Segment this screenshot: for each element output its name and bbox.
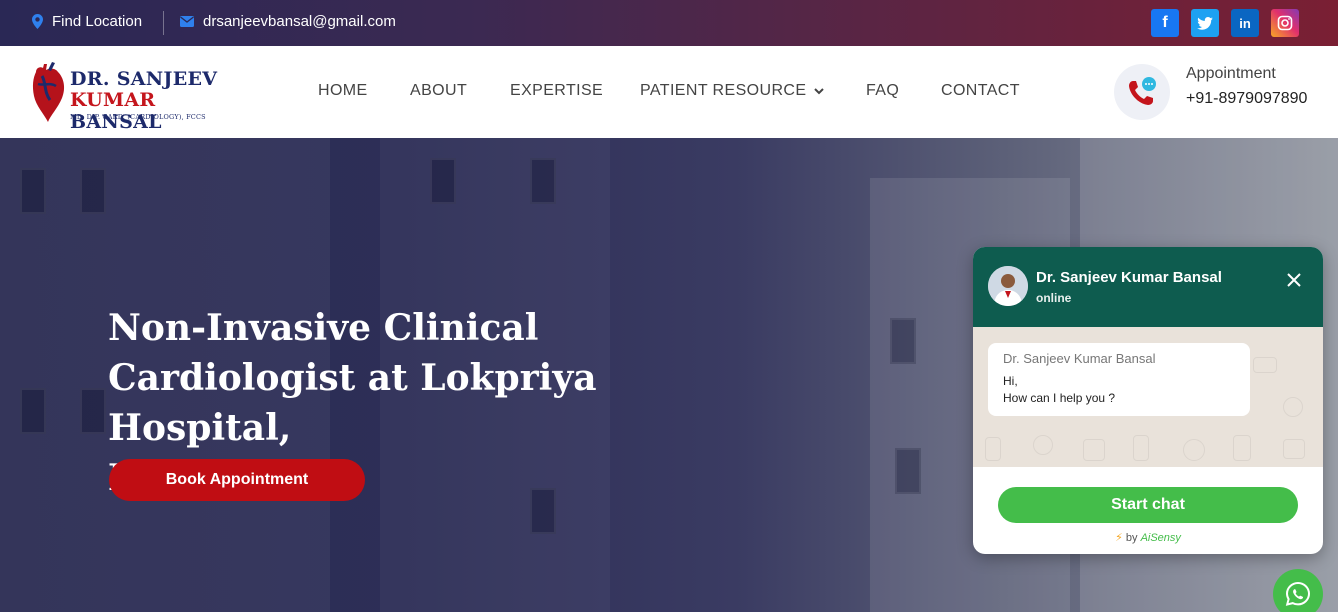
nav-contact[interactable]: CONTACT	[941, 82, 1020, 100]
find-location-link[interactable]: Find Location	[32, 13, 142, 30]
nav-expertise[interactable]: EXPERTISE	[510, 82, 603, 100]
powered-by: ⚡ by AiSensy	[973, 531, 1323, 544]
chat-message-line-2: How can I help you ?	[1003, 391, 1116, 405]
site-header: DR. SANJEEV KUMAR BANSAL MD, DIP. CARD. …	[0, 46, 1338, 138]
email-link[interactable]: drsanjeevbansal@gmail.com	[180, 13, 396, 30]
chat-status: online	[1036, 291, 1072, 305]
pattern-decoration	[985, 437, 1001, 461]
pattern-decoration	[1183, 439, 1205, 461]
logo-line-2: KUMAR BANSAL	[70, 89, 240, 133]
location-pin-icon	[32, 14, 43, 29]
chat-header: Dr. Sanjeev Kumar Bansal online	[973, 247, 1323, 327]
site-logo[interactable]: DR. SANJEEV KUMAR BANSAL MD, DIP. CARD. …	[30, 62, 240, 133]
nav-about[interactable]: ABOUT	[410, 82, 467, 100]
doctor-avatar	[988, 266, 1028, 306]
email-address: drsanjeevbansal@gmail.com	[203, 13, 396, 30]
logo-qualifications: MD, DIP. CARD. (CARDIOLOGY), FCCS	[70, 113, 206, 121]
heart-logo-icon	[30, 62, 70, 129]
hero-title-line-2: Cardiologist at Lokpriya Hospital,	[108, 357, 597, 449]
pattern-decoration	[1133, 435, 1149, 461]
hero-window	[530, 158, 556, 204]
hero-window	[80, 388, 106, 434]
pattern-decoration	[1283, 397, 1303, 417]
top-bar: Find Location drsanjeevbansal@gmail.com …	[0, 0, 1338, 46]
find-location-label: Find Location	[52, 13, 143, 30]
nav-faq[interactable]: FAQ	[866, 82, 899, 100]
powered-by-brand[interactable]: AiSensy	[1141, 532, 1181, 544]
hero-window	[890, 318, 916, 364]
logo-line-1: DR. SANJEEV	[70, 68, 218, 90]
chat-widget: Dr. Sanjeev Kumar Bansal online Dr. Sanj…	[973, 247, 1323, 554]
appointment-label: Appointment	[1186, 65, 1276, 82]
twitter-icon[interactable]	[1191, 9, 1219, 37]
whatsapp-icon[interactable]	[1273, 569, 1323, 612]
appointment-phone[interactable]: +91-8979097890	[1186, 90, 1307, 108]
hero-title-line-1: Non-Invasive Clinical	[108, 307, 539, 349]
facebook-glyph: f	[1162, 14, 1168, 31]
phone-call-icon[interactable]	[1114, 64, 1170, 120]
logo-kumar: KUMAR	[70, 89, 156, 111]
linkedin-glyph: in	[1239, 15, 1251, 31]
close-icon[interactable]	[1283, 269, 1305, 291]
pattern-decoration	[1033, 435, 1053, 455]
chevron-down-icon	[814, 82, 825, 100]
pattern-decoration	[1253, 357, 1277, 373]
chat-message-line-1: Hi,	[1003, 374, 1018, 388]
facebook-icon[interactable]: f	[1151, 9, 1179, 37]
hero-window	[20, 388, 46, 434]
chat-message-sender: Dr. Sanjeev Kumar Bansal	[1003, 351, 1156, 366]
linkedin-icon[interactable]: in	[1231, 9, 1259, 37]
envelope-icon	[180, 16, 194, 27]
lightning-icon: ⚡	[1115, 532, 1123, 544]
nav-patient-resource[interactable]: PATIENT RESOURCE	[640, 82, 825, 100]
pattern-decoration	[1083, 439, 1105, 461]
pattern-decoration	[1283, 439, 1305, 459]
topbar-divider	[163, 11, 164, 35]
hero-window	[895, 448, 921, 494]
hero-window	[430, 158, 456, 204]
chat-message-bubble: Dr. Sanjeev Kumar Bansal Hi, How can I h…	[988, 343, 1250, 416]
pattern-decoration	[1233, 435, 1251, 461]
chat-body: Dr. Sanjeev Kumar Bansal Hi, How can I h…	[973, 327, 1323, 467]
powered-by-label: by	[1125, 532, 1138, 544]
hero-window	[20, 168, 46, 214]
hero-window	[80, 168, 106, 214]
nav-patient-resource-label: PATIENT RESOURCE	[640, 82, 807, 99]
start-chat-button[interactable]: Start chat	[998, 487, 1298, 523]
instagram-icon[interactable]	[1271, 9, 1299, 37]
book-appointment-button[interactable]: Book Appointment	[109, 459, 365, 501]
nav-home[interactable]: HOME	[318, 82, 368, 100]
chat-doctor-name: Dr. Sanjeev Kumar Bansal	[1036, 269, 1222, 286]
